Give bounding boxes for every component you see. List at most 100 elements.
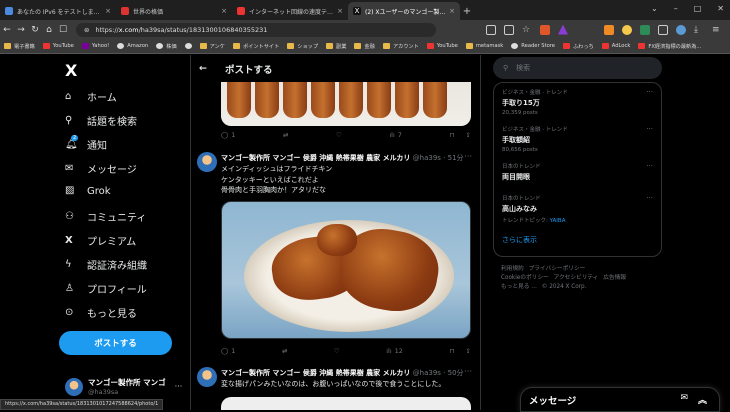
nav-notifications[interactable]: 🔔︎ 2 通知	[65, 134, 107, 152]
tweet-photo[interactable]	[221, 82, 471, 126]
url-input[interactable]: ⊜ https://x.com/ha39sa/status/1831300106…	[76, 22, 436, 37]
trend-topic-link[interactable]: YAIBA	[550, 218, 566, 224]
search-input[interactable]: ⚲ 検索	[493, 57, 662, 79]
bookmark-item[interactable]: YouTube	[426, 43, 458, 49]
bookmark-item[interactable]: ショップ	[287, 43, 318, 50]
footer-link[interactable]: Cookieのポリシー	[501, 275, 549, 281]
bookmark-item[interactable]: YouTube	[42, 43, 74, 49]
bookmark-item[interactable]: Amazon	[117, 43, 148, 49]
footer-link[interactable]: 利用規約	[501, 266, 524, 272]
like-button[interactable]: ♡	[336, 131, 342, 139]
star-icon[interactable]: ☆	[522, 25, 532, 35]
puzzle-icon[interactable]	[658, 24, 668, 35]
back-arrow-icon[interactable]: ←	[199, 63, 207, 74]
bookmark-item[interactable]: AdLock	[601, 43, 630, 49]
bookmark-item[interactable]: 副業	[326, 43, 346, 50]
maximize-icon[interactable]: □	[694, 4, 702, 13]
chevron-down-icon[interactable]: ⌄	[651, 4, 658, 13]
bookmark-icon[interactable]: ⊓	[449, 131, 454, 139]
bookmark-icon[interactable]: ☐	[56, 25, 70, 35]
x-logo[interactable]: X	[65, 61, 77, 80]
share-icon[interactable]: ⇪	[466, 347, 471, 355]
bookmark-item[interactable]: metamask	[465, 43, 503, 49]
author-name[interactable]: マンゴー製作所 マンゴー 侯爵 沖縄 熱帯果樹 農家 メルカリ	[221, 154, 410, 162]
nav-premium[interactable]: X プレミアム	[65, 233, 136, 249]
footer-link[interactable]: アクセシビリティ	[554, 275, 599, 281]
footer-link[interactable]: もっと見る …	[501, 284, 537, 290]
cast-icon[interactable]	[486, 24, 496, 35]
views-button[interactable]: ılı 12	[386, 347, 403, 355]
nav-grok[interactable]: ▨ Grok	[65, 185, 111, 197]
browser-tab-1[interactable]: あなたの IPv6 をテストしましょう。×	[0, 2, 116, 20]
bookmark-item[interactable]: ふわっち	[562, 43, 594, 50]
post-button[interactable]: ポストする	[59, 331, 172, 355]
rewards-icon[interactable]	[558, 24, 568, 35]
footer-link[interactable]: プライバシーポリシー	[529, 266, 586, 272]
home-icon[interactable]: ⌂	[42, 25, 56, 35]
trend-item[interactable]: ビジネス・金融 · トレンド 手取り15万 20,359 posts	[502, 88, 652, 116]
reply-button[interactable]: ◯ 1	[221, 347, 235, 355]
share-icon[interactable]: ⇪	[466, 131, 471, 139]
site-info-icon[interactable]: ⊜	[84, 26, 89, 34]
extension-icon[interactable]	[640, 24, 650, 35]
more-dots-icon[interactable]: ···	[464, 367, 472, 376]
back-arrow-icon[interactable]: ←	[0, 25, 14, 35]
more-dots-icon[interactable]: ···	[646, 194, 653, 202]
metamask-icon[interactable]	[604, 24, 614, 35]
more-dots-icon[interactable]: ···	[646, 125, 653, 133]
bookmark-item[interactable]: 電子書籍	[4, 43, 35, 50]
close-icon[interactable]: ×	[102, 7, 111, 15]
bookmark-item[interactable]: FX経済指標の最新為...	[638, 43, 701, 50]
account-switcher[interactable]: マンゴー製作所 マンゴ @ha39sa ···	[65, 377, 182, 396]
footer-link[interactable]: 広告情報	[603, 275, 626, 281]
retweet-button[interactable]: ⇄	[282, 347, 287, 355]
retweet-button[interactable]: ⇄	[283, 131, 288, 139]
bookmark-item[interactable]: 金融	[354, 43, 375, 50]
avatar[interactable]	[197, 152, 217, 172]
share-icon[interactable]	[504, 24, 514, 35]
bookmark-item[interactable]: 株価	[156, 43, 177, 50]
nav-explore[interactable]: ⚲ 話題を検索	[65, 113, 137, 129]
tweet-photo[interactable]	[221, 397, 471, 410]
reload-icon[interactable]: ↻	[28, 25, 42, 35]
nav-messages[interactable]: ✉ メッセージ	[65, 161, 137, 177]
tweet-photo[interactable]	[221, 201, 471, 339]
bookmark-item[interactable]: アンケ	[199, 43, 225, 50]
new-tab-button[interactable]: +	[460, 6, 474, 17]
nav-communities[interactable]: ⚇ コミュニティ	[65, 209, 146, 225]
close-icon[interactable]: ×	[446, 7, 455, 15]
nav-verified-orgs[interactable]: ϟ 認証済み組織	[65, 257, 147, 273]
close-icon[interactable]: ×	[334, 7, 343, 15]
close-window-icon[interactable]: ✕	[717, 4, 724, 13]
menu-icon[interactable]: ≡	[712, 25, 722, 35]
new-message-icon[interactable]: ✉	[680, 393, 688, 406]
bookmark-icon[interactable]: ⊓	[449, 347, 454, 355]
reply-button[interactable]: ◯ 1	[221, 131, 235, 139]
nav-home[interactable]: ⌂ ホーム	[65, 89, 117, 105]
bookmark-item[interactable]: ポイントサイト	[232, 43, 279, 50]
profile-icon[interactable]	[676, 24, 686, 35]
bookmark-item[interactable]	[184, 43, 192, 49]
browser-tab-3[interactable]: インターネット回線の速度テスト | Fast.com×	[232, 2, 348, 20]
avatar[interactable]	[197, 367, 217, 387]
more-dots-icon[interactable]: ···	[646, 162, 653, 170]
moon-icon[interactable]	[622, 24, 632, 35]
messages-drawer[interactable]: メッセージ ✉ ︽	[520, 387, 720, 412]
trend-item[interactable]: ビジネス・金融 · トレンド 手取額紹 80,656 posts	[502, 125, 652, 153]
trend-item[interactable]: 日本のトレンド 両目開眼	[502, 162, 652, 182]
close-icon[interactable]: ×	[218, 7, 227, 15]
nav-profile[interactable]: ♙ プロフィール	[65, 281, 147, 297]
browser-tab-active[interactable]: X (2) Xユーザーのマンゴー製作所 マンゴ×	[348, 2, 460, 20]
author-name[interactable]: マンゴー製作所 マンゴー 侯爵 沖縄 熱帯果樹 農家 メルカリ	[221, 369, 410, 377]
bookmark-item[interactable]: アカウント	[382, 43, 419, 50]
brave-shield-icon[interactable]	[540, 24, 550, 35]
chevron-up-icon[interactable]: ︽	[698, 393, 707, 406]
trend-item[interactable]: 日本のトレンド 高山みなみ トレンドトピック: YAIBA	[502, 194, 652, 224]
downloads-icon[interactable]: ⤓	[694, 25, 704, 35]
show-more-link[interactable]: さらに表示	[502, 235, 537, 245]
bookmark-item[interactable]: Yahoo!	[81, 43, 109, 49]
views-button[interactable]: ılı 7	[389, 131, 402, 139]
nav-more[interactable]: ⊙ もっと見る	[65, 305, 137, 321]
browser-tab-2[interactable]: 世界の格価 ×	[116, 2, 232, 20]
minimize-icon[interactable]: –	[674, 4, 678, 13]
